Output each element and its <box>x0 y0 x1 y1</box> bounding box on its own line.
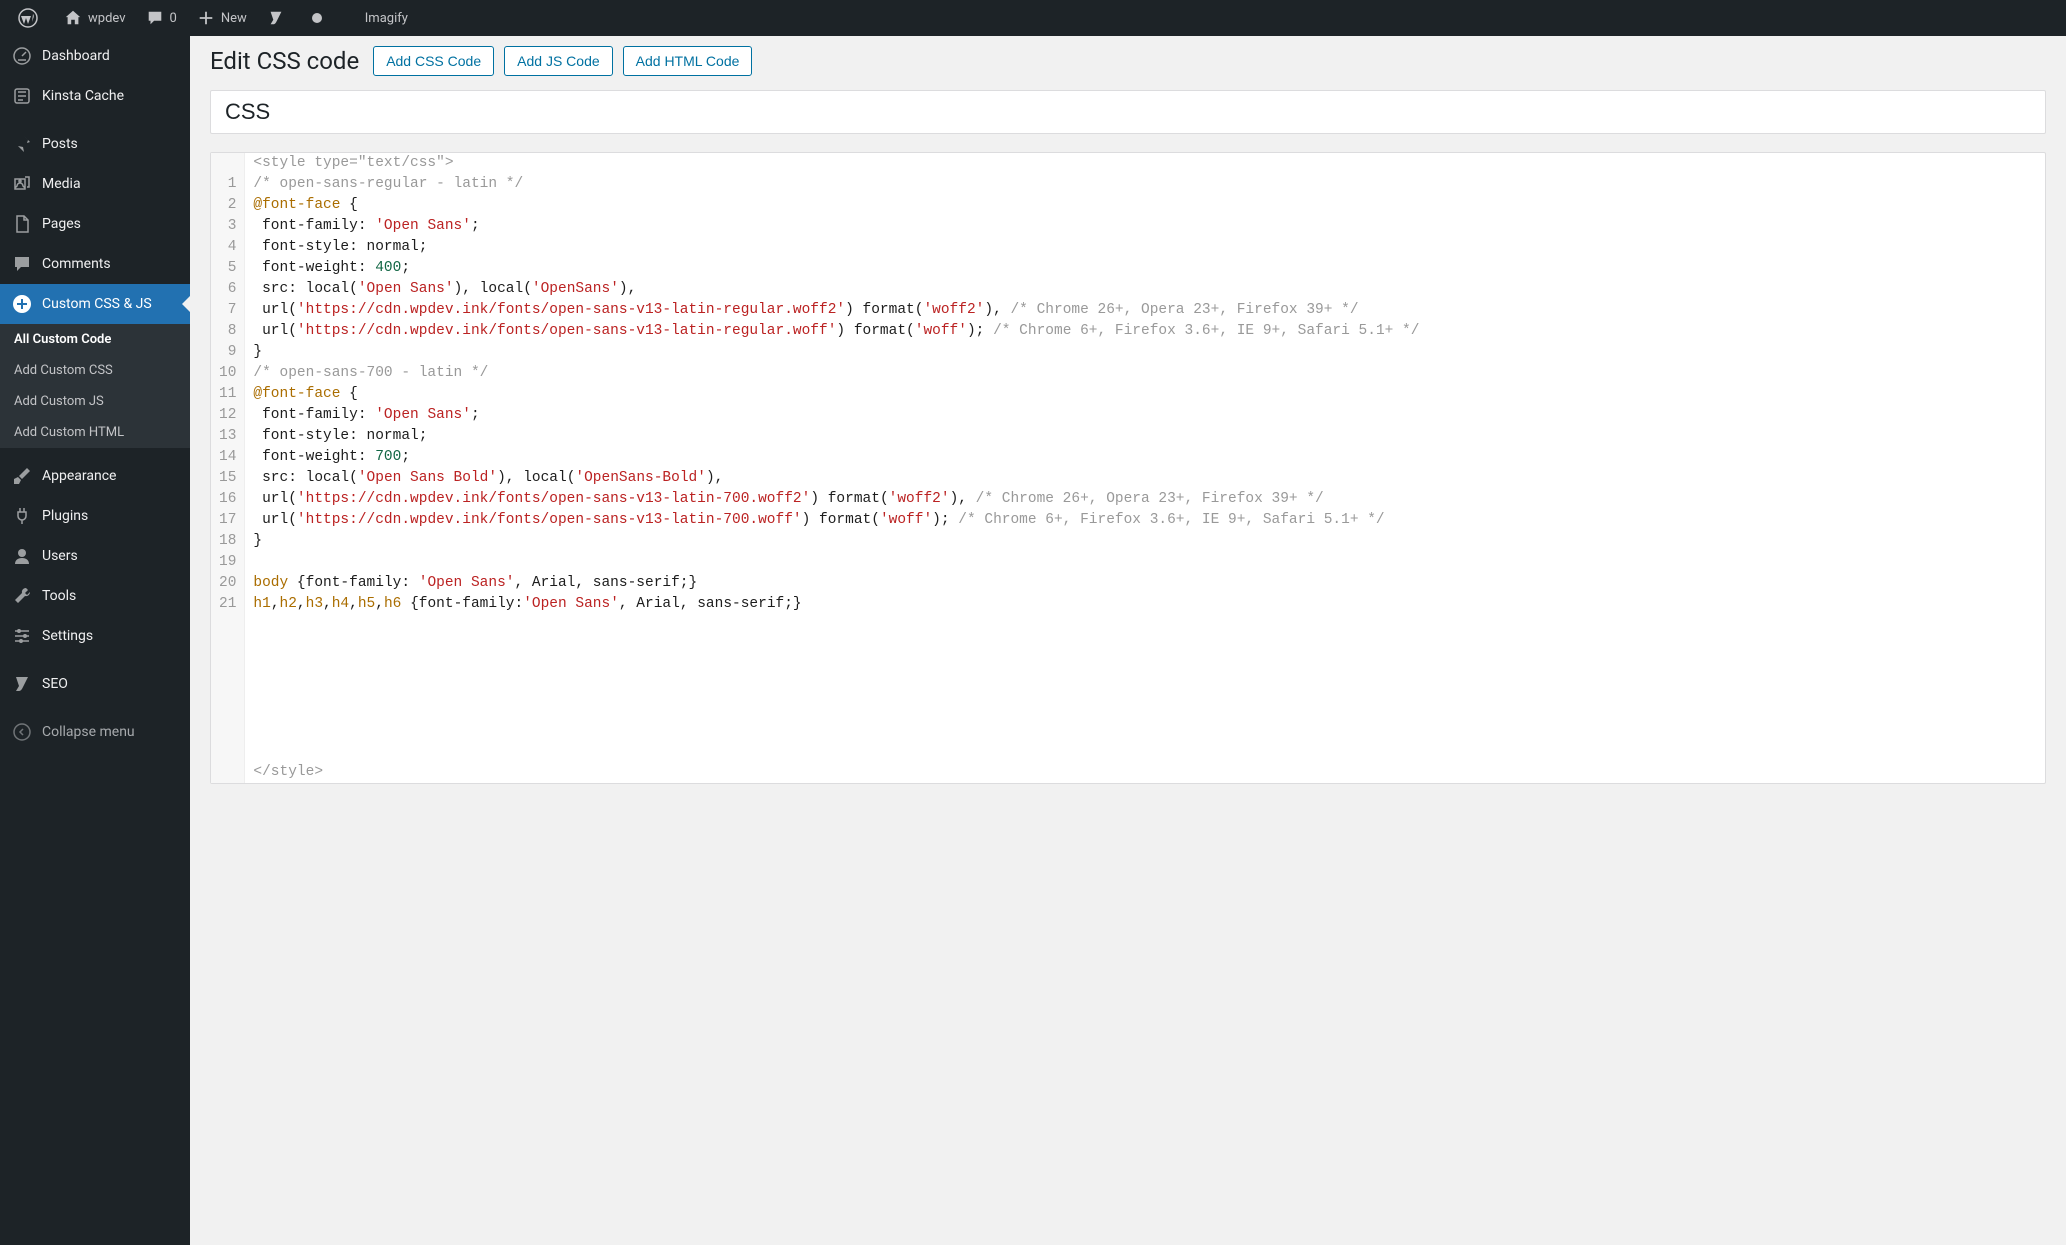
page-header: Edit CSS code Add CSS CodeAdd JS CodeAdd… <box>210 46 2046 76</box>
sidebar-item-label: Media <box>42 176 81 192</box>
line-gutter: 0123456789101112131415161718192021000000… <box>211 153 245 783</box>
kinsta-icon <box>12 86 32 106</box>
site-name-link[interactable]: wpdev <box>54 0 136 36</box>
plus-circle-icon <box>12 294 32 314</box>
sidebar-item-label: Settings <box>42 628 93 644</box>
code-editor[interactable]: 0123456789101112131415161718192021000000… <box>210 152 2046 784</box>
sidebar-item-settings[interactable]: Settings <box>0 616 190 656</box>
submenu-item[interactable]: All Custom Code <box>0 324 190 355</box>
sidebar-item-appearance[interactable]: Appearance <box>0 456 190 496</box>
yoast-link[interactable] <box>257 0 301 36</box>
sidebar-item-plugins[interactable]: Plugins <box>0 496 190 536</box>
circle-icon <box>311 12 323 24</box>
sidebar-item-pages[interactable]: Pages <box>0 204 190 244</box>
admin-toolbar: wpdev 0 New Imagify <box>0 0 2066 36</box>
sidebar-item-label: Tools <box>42 588 76 604</box>
submenu-item[interactable]: Add Custom JS <box>0 386 190 417</box>
pin-icon <box>12 134 32 154</box>
sidebar-submenu: All Custom CodeAdd Custom CSSAdd Custom … <box>0 324 190 448</box>
code-area[interactable]: <style type="text/css">/* open-sans-regu… <box>245 153 2045 783</box>
collapse-icon <box>12 722 32 742</box>
plus-icon <box>197 9 215 27</box>
sidebar-item-label: Pages <box>42 216 81 232</box>
comments-count: 0 <box>170 11 177 26</box>
site-name-label: wpdev <box>88 11 126 26</box>
status-dot[interactable] <box>301 0 339 36</box>
sidebar-item-posts[interactable]: Posts <box>0 124 190 164</box>
sidebar-item-label: Appearance <box>42 468 116 484</box>
wordpress-icon <box>18 8 38 28</box>
sidebar-item-dashboard[interactable]: Dashboard <box>0 36 190 76</box>
comment-icon <box>146 9 164 27</box>
page-icon <box>12 214 32 234</box>
sidebar-item-custom-css-js[interactable]: Custom CSS & JS <box>0 284 190 324</box>
collapse-label: Collapse menu <box>42 724 135 740</box>
sidebar-item-label: Kinsta Cache <box>42 88 124 104</box>
page-actions: Add CSS Code Add JS Code Add HTML Code <box>373 46 752 76</box>
add-css-button[interactable]: Add CSS Code <box>373 46 494 76</box>
submenu-item[interactable]: Add Custom HTML <box>0 417 190 448</box>
new-content-link[interactable]: New <box>187 0 257 36</box>
main-content: Edit CSS code Add CSS CodeAdd JS CodeAdd… <box>190 36 2066 1245</box>
sidebar-item-label: Plugins <box>42 508 88 524</box>
page-title: Edit CSS code <box>210 47 359 75</box>
brush-icon <box>12 466 32 486</box>
add-html-button[interactable]: Add HTML Code <box>623 46 753 76</box>
media-icon <box>12 174 32 194</box>
sidebar-item-seo[interactable]: SEO <box>0 664 190 704</box>
sidebar-item-comments[interactable]: Comments <box>0 244 190 284</box>
sidebar-item-tools[interactable]: Tools <box>0 576 190 616</box>
comments-link[interactable]: 0 <box>136 0 187 36</box>
sidebar-item-label: Dashboard <box>42 48 110 64</box>
admin-sidebar: Dashboard Kinsta Cache Posts Media Pages… <box>0 36 190 1245</box>
wrench-icon <box>12 586 32 606</box>
yoast-icon <box>267 9 285 27</box>
submenu-item[interactable]: Add Custom CSS <box>0 355 190 386</box>
wp-logo[interactable] <box>8 0 54 36</box>
sidebar-item-label: Custom CSS & JS <box>42 296 152 312</box>
comment-icon <box>12 254 32 274</box>
user-icon <box>12 546 32 566</box>
sidebar-item-label: Comments <box>42 256 111 272</box>
sidebar-item-label: Users <box>42 548 78 564</box>
sidebar-item-label: SEO <box>42 676 68 692</box>
dashboard-icon <box>12 46 32 66</box>
imagify-label: Imagify <box>365 11 408 26</box>
sidebar-item-kinsta-cache[interactable]: Kinsta Cache <box>0 76 190 116</box>
add-js-button[interactable]: Add JS Code <box>504 46 613 76</box>
sidebar-item-users[interactable]: Users <box>0 536 190 576</box>
new-label: New <box>221 11 247 26</box>
home-icon <box>64 9 82 27</box>
document-title-input[interactable] <box>210 90 2046 134</box>
collapse-menu[interactable]: Collapse menu <box>0 712 190 752</box>
sidebar-item-media[interactable]: Media <box>0 164 190 204</box>
plug-icon <box>12 506 32 526</box>
sidebar-item-label: Posts <box>42 136 78 152</box>
sliders-icon <box>12 626 32 646</box>
imagify-link[interactable]: Imagify <box>355 0 418 36</box>
seo-icon <box>12 674 32 694</box>
